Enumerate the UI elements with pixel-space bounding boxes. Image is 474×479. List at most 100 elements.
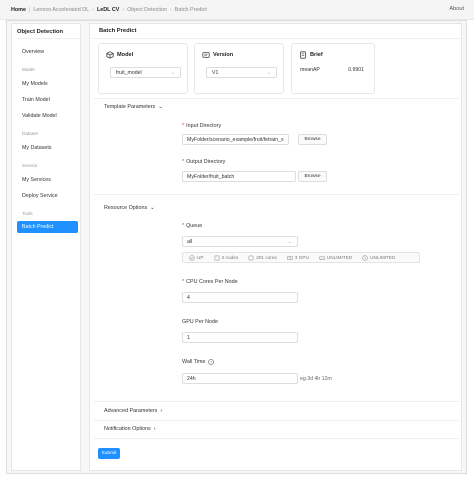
sidebar-section-model: Model — [22, 67, 35, 72]
output-directory-label-text: Output Directory — [186, 159, 226, 165]
cube-icon — [106, 51, 114, 59]
version-icon — [202, 51, 210, 59]
chevron-down-icon: ⌄ — [287, 239, 292, 245]
sidebar-item-my-services[interactable]: My Services — [22, 177, 51, 183]
queue-label-text: Queue — [186, 223, 203, 229]
chevron-right-icon: › — [169, 6, 172, 13]
divider — [94, 98, 459, 99]
gpu-per-node-value: 1 — [187, 334, 190, 341]
queue-time-text: UNLIMITED — [370, 255, 396, 260]
queue-nodes: 3 nodes — [214, 255, 238, 261]
sidebar-item-my-datasets[interactable]: My Datasets — [22, 145, 51, 151]
divider — [92, 38, 461, 39]
sidebar-title: Object Detection — [17, 29, 64, 35]
breadcrumb-item: Batch Predict — [174, 6, 207, 13]
breadcrumb-home[interactable]: Home — [11, 7, 26, 13]
queue-gpu: 3 GPU — [287, 255, 309, 261]
version-select[interactable]: V1 ⌄ — [206, 67, 277, 78]
input-directory-label: * Input Directory — [182, 123, 222, 129]
chevron-down-icon: ⌄ — [170, 70, 175, 76]
top-bar: Home | Lenovo Accelerated DL › LeDL CV ›… — [0, 0, 474, 20]
input-directory-browse-button[interactable]: Browse — [298, 134, 327, 145]
queue-select-value: all — [187, 238, 193, 245]
breadcrumb-item[interactable]: Lenovo Accelerated DL — [33, 7, 89, 13]
clock-icon — [362, 254, 368, 261]
chevron-right-icon: › — [122, 6, 125, 13]
resource-options-label: Resource Options — [104, 205, 148, 211]
about-link[interactable]: About — [449, 6, 464, 12]
template-parameters-label: Template Parameters — [104, 104, 156, 110]
divider — [15, 38, 79, 39]
cpu-cores-value: 4 — [187, 294, 190, 301]
sidebar-item-deploy-service[interactable]: Deploy Service — [22, 193, 58, 199]
chevron-right-icon: › — [160, 408, 163, 414]
divider — [94, 420, 459, 421]
page-title: Batch Predict — [99, 28, 137, 34]
advanced-parameters-label: Advanced Parameters — [104, 408, 158, 414]
brief-metric-name: meanAP — [300, 67, 320, 73]
main-panel: Batch Predict Model fruit_model ⌄ Versio… — [89, 23, 462, 471]
model-card-label: Model — [117, 52, 134, 58]
output-directory-value: MyFolder/fruit_batch — [187, 173, 235, 180]
queue-gpu-text: 3 GPU — [294, 255, 309, 260]
wall-time-hint: eg.3d 4h 12m — [300, 376, 332, 382]
divider — [94, 194, 459, 195]
resource-options-toggle[interactable]: Resource Options ⌄ — [104, 205, 155, 211]
output-directory-field[interactable]: MyFolder/fruit_batch — [182, 171, 296, 182]
wall-time-value: 24h — [187, 375, 196, 382]
sidebar-item-validate-model[interactable]: Validate Model — [22, 113, 57, 119]
wall-time-label-text: Wall Time — [182, 359, 206, 365]
template-parameters-toggle[interactable]: Template Parameters ⌄ — [104, 104, 163, 110]
svg-text:?: ? — [210, 360, 212, 364]
queue-info-bar: UP 3 nodes 201 cores 3 GPU UNLIMITED UNL… — [182, 252, 420, 263]
queue-cores: 201 cores — [248, 255, 277, 261]
sidebar-section-dataset: Dataset — [22, 131, 38, 136]
queue-status: UP — [189, 254, 204, 261]
submit-button[interactable]: Submit — [98, 448, 120, 459]
gpu-per-node-label: GPU Per Node — [182, 319, 218, 325]
notification-options-toggle[interactable]: Notification Options › — [104, 426, 156, 432]
notification-options-label: Notification Options — [104, 426, 151, 432]
cpu-cores-label-text: CPU Cores Per Node — [186, 279, 238, 285]
input-directory-label-text: Input Directory — [186, 123, 222, 129]
wall-time-label: Wall Time ? — [182, 359, 215, 365]
cpu-cores-label: * CPU Cores Per Node — [182, 279, 238, 285]
sidebar-item-train-model[interactable]: Train Model — [22, 97, 50, 103]
breadcrumb-item[interactable]: Object Detection — [127, 7, 167, 13]
input-directory-field[interactable]: MyFolder/scenario_example/fruit/fetrain_… — [182, 134, 289, 145]
sidebar: Object Detection Overview Model My Model… — [11, 23, 81, 471]
gpu-per-node-input[interactable]: 1 — [182, 332, 298, 343]
chevron-down-icon: ⌄ — [158, 104, 163, 110]
wall-time-input[interactable]: 24h — [182, 373, 298, 384]
queue-time: UNLIMITED — [362, 254, 396, 261]
memory-icon — [319, 255, 325, 261]
chevron-right-icon: › — [153, 426, 156, 432]
nodes-icon — [214, 255, 220, 261]
breadcrumb-item[interactable]: LeDL CV — [97, 7, 119, 13]
model-card: Model fruit_model ⌄ — [98, 43, 188, 94]
advanced-parameters-toggle[interactable]: Advanced Parameters › — [104, 408, 162, 414]
version-select-value: V1 — [212, 69, 219, 76]
cpu-cores-input[interactable]: 4 — [182, 292, 298, 303]
document-icon — [299, 51, 307, 59]
queue-select[interactable]: all ⌄ — [182, 236, 298, 247]
sidebar-item-batch-predict[interactable]: Batch Predict — [17, 221, 78, 233]
brief-card-label: Brief — [310, 52, 323, 58]
sidebar-item-overview[interactable]: Overview — [22, 49, 44, 55]
output-directory-browse-button[interactable]: Browse — [298, 171, 327, 182]
model-select[interactable]: fruit_model ⌄ — [110, 67, 181, 78]
queue-cores-text: 201 cores — [256, 255, 277, 260]
brief-metric-value: 0.9901 — [348, 67, 364, 73]
gpu-icon — [287, 255, 293, 261]
queue-memory-text: UNLIMITED — [326, 255, 353, 260]
help-icon[interactable]: ? — [208, 359, 215, 365]
chevron-right-icon: › — [92, 6, 94, 13]
cpu-icon — [248, 255, 254, 261]
model-select-value: fruit_model — [116, 69, 142, 76]
sidebar-item-my-models[interactable]: My Models — [22, 81, 48, 87]
status-check-icon — [189, 254, 195, 261]
input-directory-value: MyFolder/scenario_example/fruit/fetrain_… — [187, 136, 284, 143]
sidebar-section-tools: Tools — [22, 211, 33, 216]
chevron-down-icon: ⌄ — [266, 70, 271, 76]
queue-memory: UNLIMITED — [319, 255, 352, 261]
